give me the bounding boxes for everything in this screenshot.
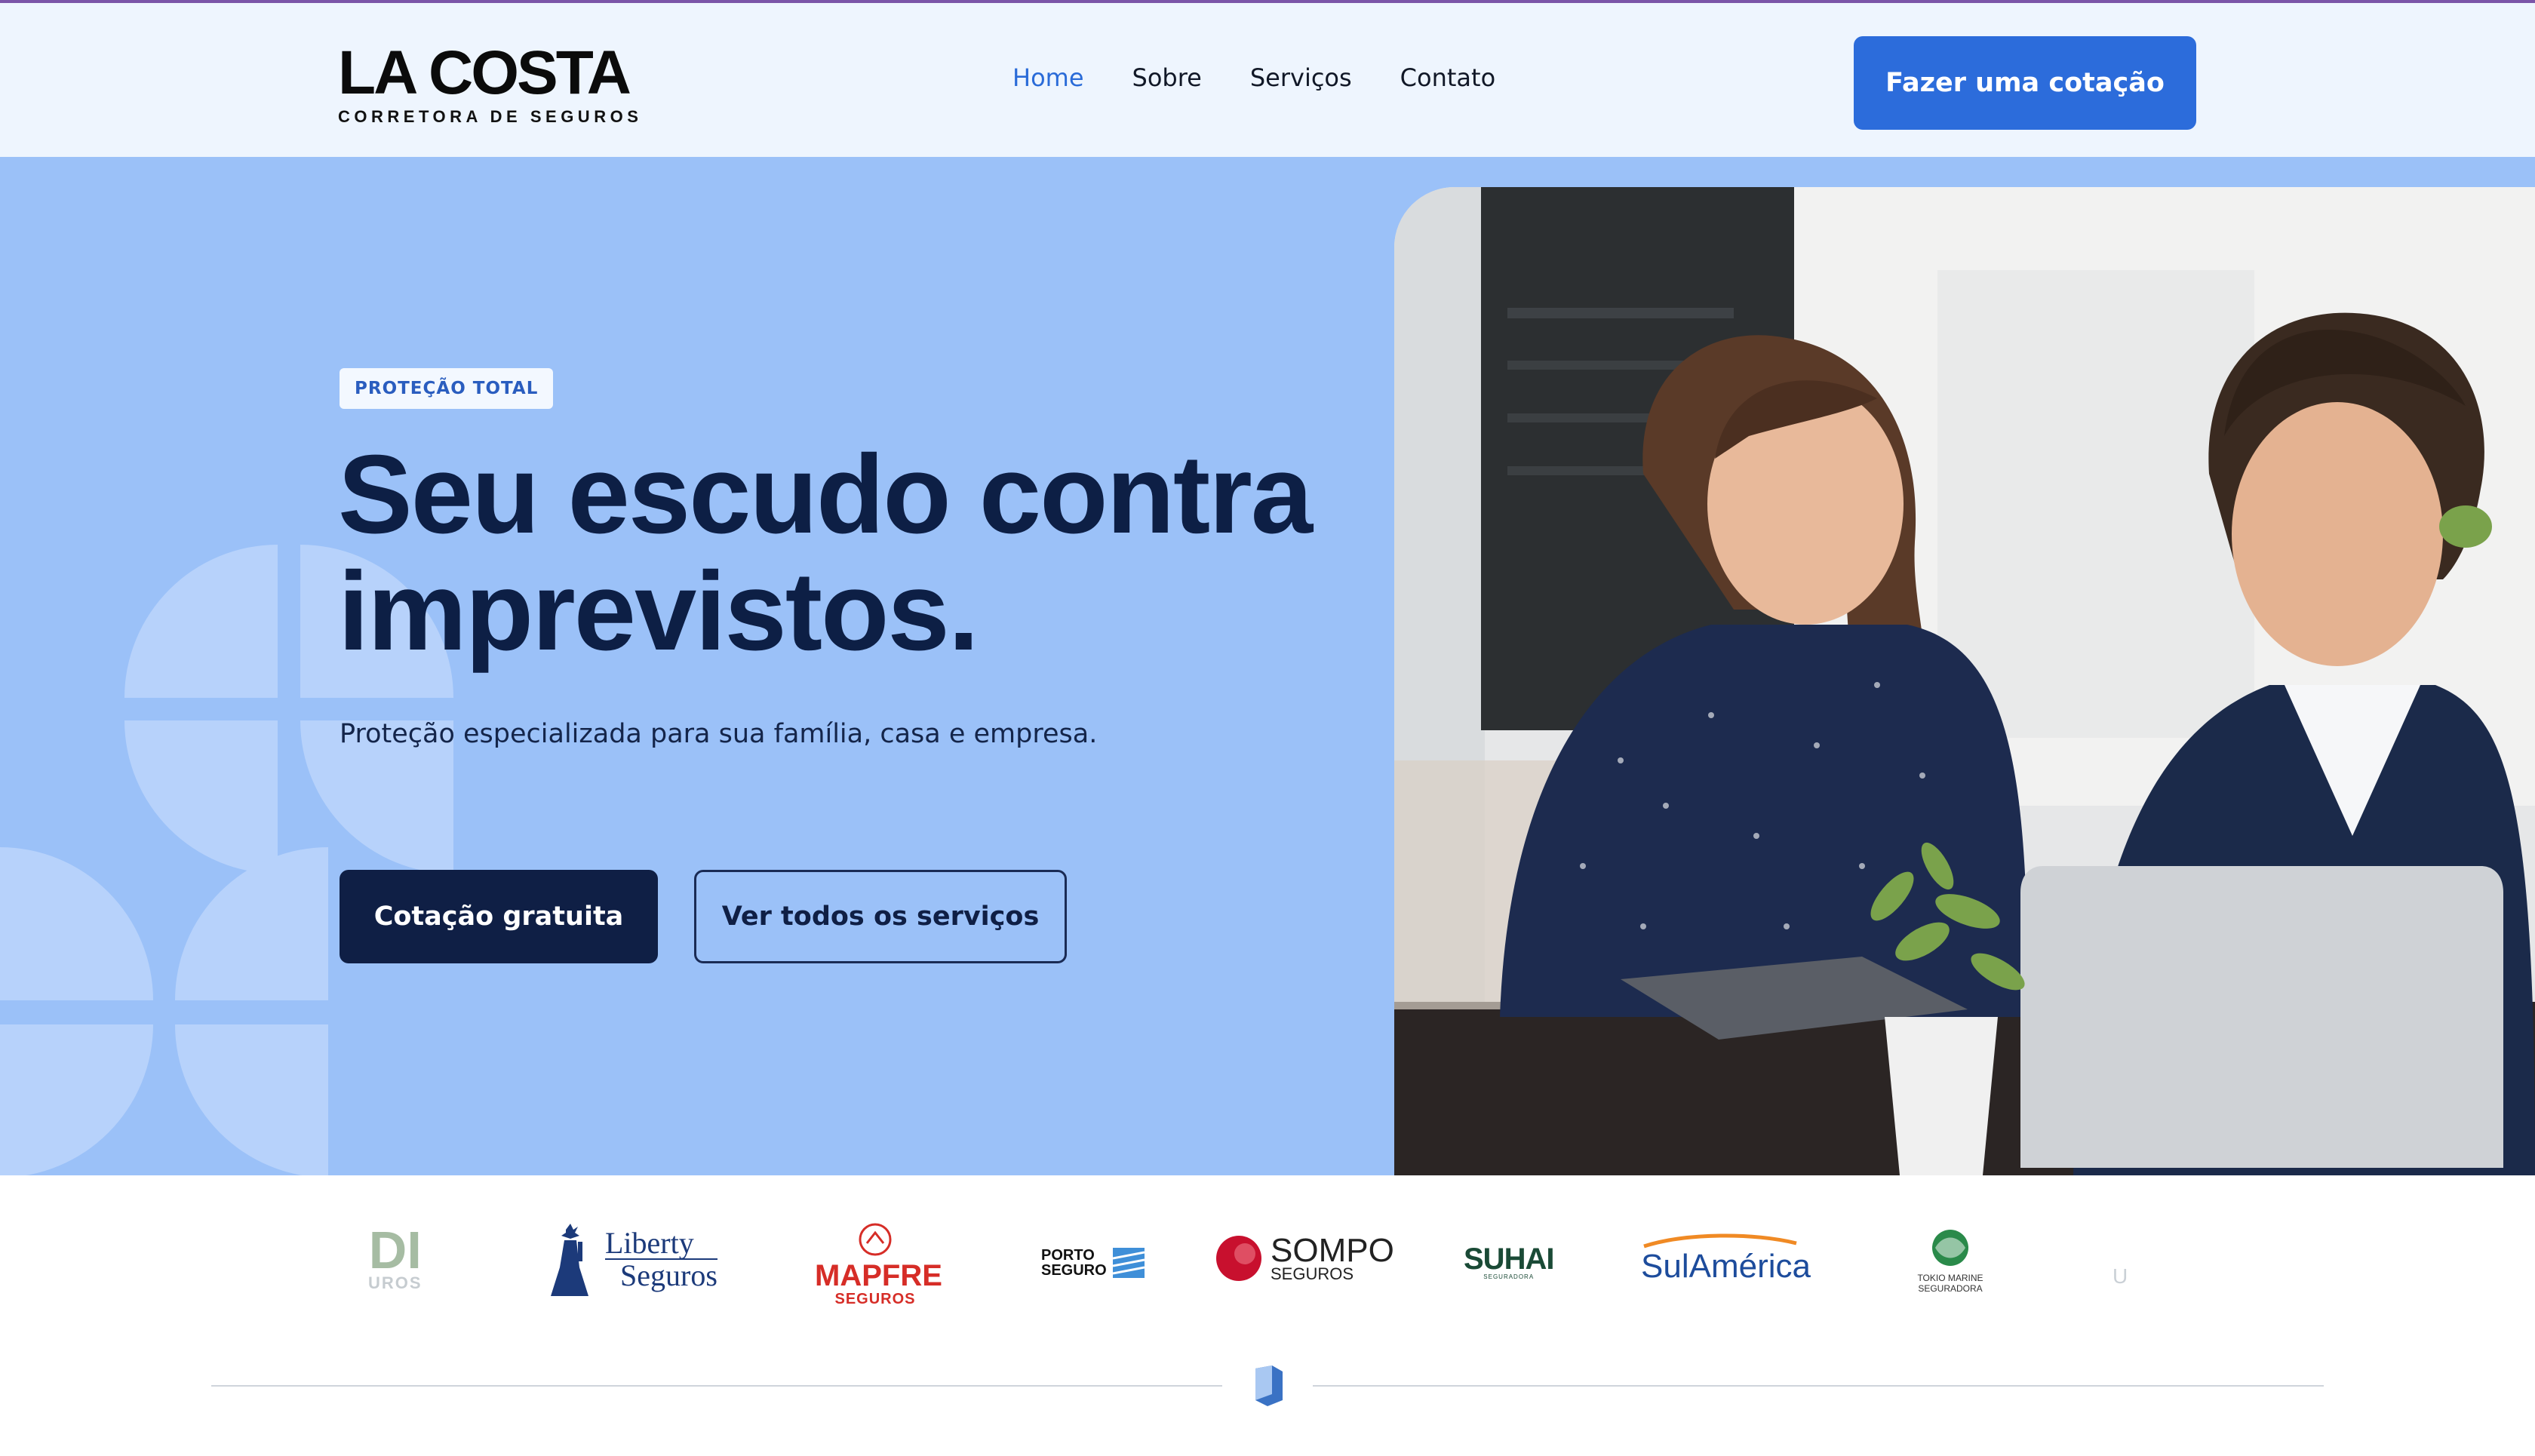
quote-button[interactable]: Fazer uma cotação (1854, 36, 2196, 130)
mapfre-emblem-icon (859, 1223, 892, 1256)
hero-section: PROTEÇÃO TOTAL Seu escudo contra imprevi… (0, 157, 2535, 1175)
headline-line-1: Seu escudo contra (338, 432, 1313, 557)
logo-tagline: CORRETORA DE SEGUROS (338, 107, 643, 126)
partner-subtext: SEGURADORA (1918, 1283, 1983, 1294)
nav-contato[interactable]: Contato (1400, 63, 1495, 92)
hero-badge: PROTEÇÃO TOTAL (340, 368, 554, 409)
nav-sobre[interactable]: Sobre (1132, 63, 1202, 92)
hero-headline: Seu escudo contra imprevistos. (338, 436, 1334, 670)
partner-subtext: Seguros (605, 1258, 717, 1292)
statue-of-liberty-icon (551, 1224, 588, 1296)
partner-subtext: SEGURO (1041, 1262, 1107, 1279)
partner-text: SulAmérica (1641, 1248, 1811, 1285)
partner-text: MAPFRE (815, 1259, 942, 1292)
partner-text: Liberty (605, 1226, 694, 1260)
hero-photo (1394, 187, 2535, 1175)
partner-text: PORTO (1041, 1247, 1095, 1264)
partner-logo-liberty: Liberty Seguros (543, 1222, 717, 1298)
headline-line-2: imprevistos. (338, 549, 979, 674)
partner-subtext: SEGUROS (1271, 1264, 1354, 1283)
all-services-button[interactable]: Ver todos os serviços (694, 870, 1067, 963)
partner-logo-tokio-marine: TOKIO MARINE SEGURADORA (1909, 1227, 1992, 1294)
free-quote-button[interactable]: Cotação gratuita (340, 870, 658, 963)
partner-text: SUHAI (1464, 1243, 1554, 1276)
partner-logo-partial-right: U (2112, 1264, 2128, 1289)
partner-logo-partial-left: DI UROS (368, 1221, 422, 1293)
site-header: LA COSTA CORRETORA DE SEGUROS Home Sobre… (0, 3, 2535, 157)
section-divider-right (1313, 1385, 2324, 1387)
porto-wave-icon (1112, 1248, 1145, 1278)
partners-strip: DI UROS Liberty Seguros MAPFRE SEGUROS P… (0, 1175, 2535, 1349)
partner-text: DI (368, 1221, 422, 1279)
partner-logo-sulamerica: SulAmérica (1641, 1233, 1811, 1283)
partner-logo-sompo: SOMPO SEGUROS (1215, 1234, 1394, 1282)
hero-subtitle: Proteção especializada para sua família,… (340, 719, 1098, 749)
sulamerica-swoosh-icon (1643, 1233, 1797, 1249)
partner-text: SOMPO (1271, 1232, 1394, 1269)
sompo-circle-icon (1216, 1236, 1261, 1281)
partner-text: TOKIO MARINE (1917, 1273, 1983, 1283)
partner-subtext: UROS (368, 1273, 422, 1292)
nav-home[interactable]: Home (1012, 63, 1084, 92)
site-logo[interactable]: LA COSTA CORRETORA DE SEGUROS (338, 42, 642, 127)
tokio-marine-emblem-icon (1932, 1230, 1968, 1266)
shield-icon (1252, 1364, 1286, 1411)
nav-servicos[interactable]: Serviços (1250, 63, 1352, 92)
logo-wordmark: LA COSTA (338, 38, 631, 107)
main-nav: Home Sobre Serviços Contato (1012, 63, 1495, 92)
partner-subtext: SEGUROS (834, 1291, 916, 1307)
partner-logo-suhai: SUHAI SEGURADORA (1464, 1243, 1554, 1280)
partner-text: U (2112, 1264, 2128, 1288)
partner-logo-porto: PORTO SEGURO (1041, 1248, 1145, 1278)
partner-logo-mapfre: MAPFRE SEGUROS (815, 1222, 942, 1308)
section-divider-left (211, 1385, 1222, 1387)
